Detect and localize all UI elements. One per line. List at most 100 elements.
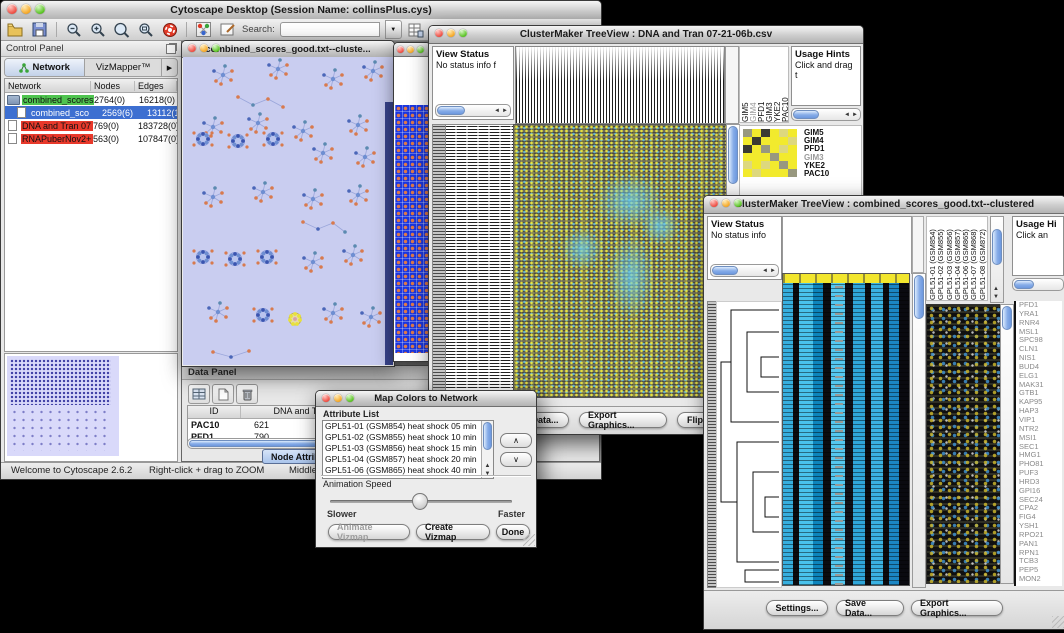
export-graphics-button[interactable]: Export Graphics... <box>911 600 1003 616</box>
export-graphics-button[interactable]: Export Graphics... <box>579 412 667 428</box>
zoom-matrix[interactable] <box>743 129 797 177</box>
show-table-button[interactable] <box>188 384 210 404</box>
scroll-thumb[interactable] <box>1002 306 1012 330</box>
close-icon[interactable] <box>397 46 404 53</box>
matrix-cell[interactable] <box>752 161 761 169</box>
view-status-hscrollbar[interactable]: ◄ ► <box>710 264 779 277</box>
scroll-thumb[interactable] <box>992 229 1002 265</box>
scroll-thumb[interactable] <box>728 126 738 184</box>
gene-label[interactable]: MON2 <box>1019 575 1062 584</box>
matrix-cell[interactable] <box>752 145 761 153</box>
matrix-cell[interactable] <box>779 169 788 177</box>
matrix-cell[interactable] <box>752 169 761 177</box>
matrix-cell[interactable] <box>788 169 797 177</box>
zoom-window-icon[interactable] <box>459 29 467 37</box>
matrix-cell[interactable] <box>743 153 752 161</box>
settings-button[interactable]: Settings... <box>766 600 828 616</box>
matrix-cell[interactable] <box>761 169 770 177</box>
zoom-window-icon[interactable] <box>212 44 220 52</box>
zoom-heatmap-vscrollbar[interactable] <box>1000 304 1014 584</box>
dialog-titlebar[interactable]: Map Colors to Network <box>316 391 536 407</box>
matrix-cell[interactable] <box>761 129 770 137</box>
matrix-cell[interactable] <box>788 137 797 145</box>
global-heatmap[interactable] <box>782 273 910 586</box>
zoom-window-icon[interactable] <box>417 46 424 53</box>
attribute-item[interactable]: GPL51-03 (GSM856) heat shock 15 min <box>323 443 493 454</box>
row-dendrogram[interactable] <box>716 301 782 588</box>
matrix-cell[interactable] <box>761 161 770 169</box>
global-heatmap[interactable] <box>513 124 727 398</box>
zoom-heatmap[interactable] <box>926 304 1001 584</box>
minimize-icon[interactable] <box>407 46 414 53</box>
matrix-cell[interactable] <box>752 153 761 161</box>
tab-overflow-button[interactable]: ▶ <box>162 59 177 76</box>
view-status-hscrollbar[interactable]: ◄ ► <box>435 104 511 117</box>
scroll-thumb[interactable] <box>914 275 924 319</box>
usage-hints-hscrollbar[interactable]: ◄ ► <box>791 108 861 121</box>
close-icon[interactable] <box>435 29 443 37</box>
tab-network[interactable]: Network <box>5 59 85 76</box>
animate-vizmap-button[interactable]: Animate Vizmap <box>328 524 410 540</box>
matrix-cell[interactable] <box>779 153 788 161</box>
vizmapper-button[interactable] <box>194 21 213 39</box>
column-id[interactable]: ID <box>188 406 241 418</box>
matrix-cell[interactable] <box>761 137 770 145</box>
move-down-button[interactable]: ∨ <box>500 452 532 467</box>
minimize-icon[interactable] <box>334 394 342 402</box>
zoom-in-button[interactable] <box>88 21 107 39</box>
attribute-item[interactable]: GPL51-02 (GSM855) heat shock 10 min <box>323 432 493 443</box>
delete-attribute-button[interactable] <box>236 384 258 404</box>
column-edges[interactable]: Edges <box>135 81 177 91</box>
close-icon[interactable] <box>322 394 330 402</box>
matrix-cell[interactable] <box>779 145 788 153</box>
matrix-cell[interactable] <box>743 129 752 137</box>
search-input[interactable] <box>280 22 380 37</box>
network-table-row[interactable]: combined_scores 2764(0) 16218(0) <box>5 93 177 106</box>
help-button[interactable] <box>160 21 179 39</box>
close-icon[interactable] <box>7 4 17 14</box>
scroll-down-icon[interactable]: ▼ <box>482 471 493 477</box>
move-up-button[interactable]: ∧ <box>500 433 532 448</box>
create-vizmap-button[interactable]: Create Vizmap <box>416 524 490 540</box>
zoom-window-icon[interactable] <box>734 199 742 207</box>
dense-cluster-grid[interactable] <box>395 105 429 353</box>
column-labels-vscrollbar[interactable]: ▲ ▼ <box>990 216 1004 303</box>
network-table-row[interactable]: RNAPuberNov2+ 563(0) 107847(0) <box>5 132 177 145</box>
resize-grip[interactable] <box>1052 616 1064 628</box>
scroll-thumb[interactable] <box>437 106 465 115</box>
network-view-titlebar[interactable]: combined_scores_good.txt--cluste... <box>182 41 394 58</box>
minimize-icon[interactable] <box>447 29 455 37</box>
scroll-right-icon[interactable]: ► <box>852 112 858 118</box>
main-titlebar[interactable]: Cytoscape Desktop (Session Name: collins… <box>1 1 601 20</box>
matrix-cell[interactable] <box>752 129 761 137</box>
scroll-up-icon[interactable]: ▲ <box>482 463 493 469</box>
scroll-thumb[interactable] <box>793 110 819 119</box>
row-label[interactable]: PAC10 <box>804 170 829 178</box>
annotation-button[interactable] <box>218 21 237 39</box>
matrix-cell[interactable] <box>770 137 779 145</box>
network-overview-thumbnail[interactable] <box>7 356 119 456</box>
minimize-icon[interactable] <box>21 4 31 14</box>
column-dendrogram[interactable] <box>782 216 912 274</box>
column-dendrogram[interactable] <box>515 46 725 124</box>
resize-grip[interactable] <box>523 534 535 546</box>
matrix-cell[interactable] <box>788 145 797 153</box>
usage-hints-hscrollbar[interactable] <box>1012 278 1064 291</box>
matrix-cell[interactable] <box>779 161 788 169</box>
minimize-icon[interactable] <box>200 44 208 52</box>
attribute-item[interactable]: GPL51-01 (GSM854) heat shock 05 min <box>323 421 493 432</box>
matrix-cell[interactable] <box>788 153 797 161</box>
network-table-row[interactable]: DNA and Tran 07 769(0) 183728(0) <box>5 119 177 132</box>
network-table-row[interactable]: combined_sco 2569(6) 13112(15) <box>5 106 177 119</box>
save-data-button[interactable]: Save Data... <box>836 600 904 616</box>
matrix-cell[interactable] <box>743 145 752 153</box>
scroll-left-icon[interactable]: ◄ <box>844 112 850 118</box>
tab-vizmapper[interactable]: VizMapper™ <box>85 59 162 76</box>
zoom-window-icon[interactable] <box>35 4 45 14</box>
scroll-thumb[interactable] <box>483 422 492 450</box>
search-dropdown-button[interactable]: ▼ <box>385 20 402 39</box>
zoom-out-button[interactable] <box>64 21 83 39</box>
minimize-icon[interactable] <box>722 199 730 207</box>
zoom-selected-button[interactable] <box>112 21 131 39</box>
matrix-cell[interactable] <box>788 129 797 137</box>
